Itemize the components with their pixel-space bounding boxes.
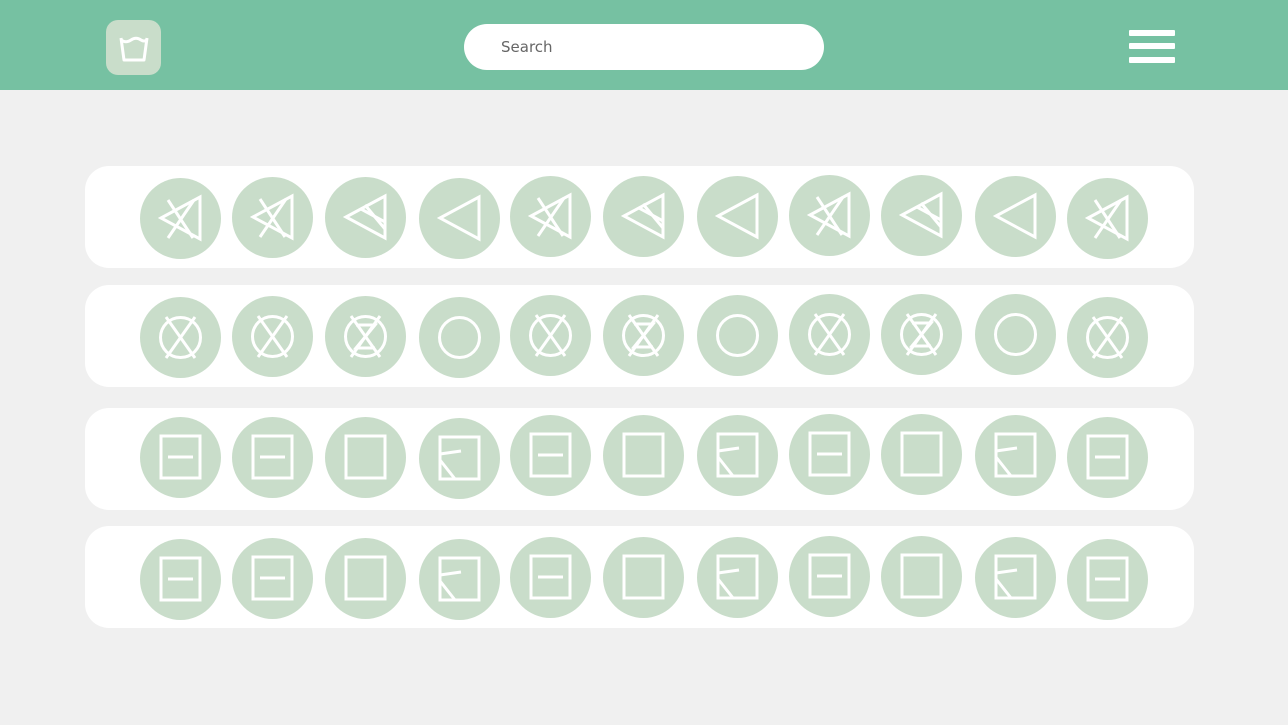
wet-clean-crossed-icon[interactable] [325,296,406,377]
dry-flat-icon[interactable] [510,537,591,618]
dry-clean-crossed-icon[interactable] [789,294,870,375]
bleach-non-chlorine-icon[interactable] [325,177,406,258]
search-input[interactable] [464,24,824,70]
dry-flat-in-shade-icon[interactable] [419,539,500,620]
dry-flat-icon[interactable] [789,536,870,617]
bleach-crossed-icon[interactable] [140,178,221,259]
natural-dry-icon[interactable] [325,538,406,619]
dry-flat-icon[interactable] [232,417,313,498]
dry-clean-icon[interactable] [975,294,1056,375]
dry-flat-in-shade-icon[interactable] [419,418,500,499]
dry-flat-icon[interactable] [140,417,221,498]
dry-flat-icon[interactable] [1067,417,1148,498]
dry-flat-icon[interactable] [510,415,591,496]
dry-clean-crossed-icon[interactable] [232,296,313,377]
dry-clean-crossed-icon[interactable] [1067,297,1148,378]
bleach-non-chlorine-icon[interactable] [881,175,962,256]
wet-clean-crossed-icon[interactable] [881,294,962,375]
natural-dry-icon[interactable] [603,415,684,496]
top-bar [0,0,1288,90]
dry-flat-in-shade-icon[interactable] [697,415,778,496]
bleach-crossed-icon[interactable] [789,175,870,256]
dry-flat-icon[interactable] [789,414,870,495]
logo-button[interactable] [106,20,161,75]
bleach-crossed-icon[interactable] [232,177,313,258]
bleach-non-chlorine-icon[interactable] [603,176,684,257]
bleach-any-icon[interactable] [697,176,778,257]
bleach-any-icon[interactable] [419,178,500,259]
natural-dry-icon[interactable] [881,414,962,495]
natural-dry-icon[interactable] [325,417,406,498]
natural-dry-icon[interactable] [881,536,962,617]
dry-flat-in-shade-icon[interactable] [697,537,778,618]
dry-flat-icon[interactable] [140,539,221,620]
bleach-crossed-icon[interactable] [510,176,591,257]
dry-clean-crossed-icon[interactable] [510,295,591,376]
dry-flat-in-shade-icon[interactable] [975,537,1056,618]
dry-clean-crossed-icon[interactable] [140,297,221,378]
dry-flat-icon[interactable] [232,538,313,619]
hamburger-menu-icon[interactable] [1129,30,1177,66]
dry-clean-icon[interactable] [697,295,778,376]
dry-flat-icon[interactable] [1067,539,1148,620]
dry-clean-icon[interactable] [419,297,500,378]
dry-flat-in-shade-icon[interactable] [975,415,1056,496]
wet-clean-crossed-icon[interactable] [603,295,684,376]
washtub-icon [119,36,148,61]
bleach-any-icon[interactable] [975,176,1056,257]
natural-dry-icon[interactable] [603,537,684,618]
bleach-crossed-icon[interactable] [1067,178,1148,259]
